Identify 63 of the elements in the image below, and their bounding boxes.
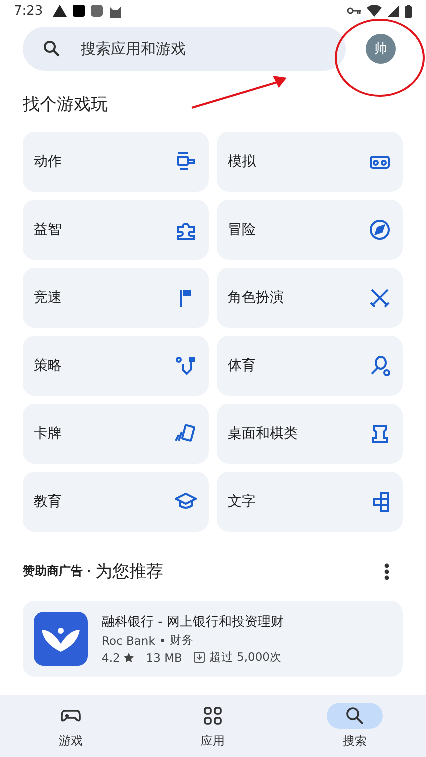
separator-dot: ·: [87, 564, 92, 580]
nav-tab[interactable]: 搜索: [305, 695, 405, 757]
notification-icon: [91, 5, 104, 17]
category-card[interactable]: 桌面和棋类: [217, 404, 403, 464]
category-card[interactable]: 益智: [23, 200, 209, 260]
category-label: 冒险: [228, 221, 256, 239]
category-label: 策略: [34, 357, 62, 375]
category-label: 体育: [228, 357, 256, 375]
warning-icon: [53, 5, 68, 17]
swords-icon: [369, 287, 391, 309]
nav-tab[interactable]: 应用: [163, 695, 263, 757]
search-bar[interactable]: 搜索应用和游戏: [23, 27, 346, 71]
category-card[interactable]: 冒险: [217, 200, 403, 260]
download-icon: [194, 652, 206, 663]
notification-icon: [73, 5, 86, 17]
nav-tab[interactable]: 游戏: [21, 695, 121, 757]
app-name: 融科银行 - 网上银行和投资理财: [102, 614, 284, 631]
download-count: 超过 5,000次: [209, 650, 282, 665]
category-card[interactable]: 卡牌: [23, 404, 209, 464]
cat-icon: [109, 4, 122, 18]
compass-icon: [369, 219, 391, 241]
sponsor-label: 赞助商广告: [23, 563, 83, 580]
category-label: 动作: [34, 153, 62, 171]
category-card[interactable]: 模拟: [217, 132, 403, 192]
category-card[interactable]: 策略: [23, 336, 209, 396]
wifi-icon: [367, 5, 382, 17]
category-card[interactable]: 教育: [23, 472, 209, 532]
app-card[interactable]: 融科银行 - 网上银行和投资理财 Roc Bank • 财务 4.2 13 MB 超过 5,000次: [23, 601, 403, 677]
category-label: 教育: [34, 493, 62, 511]
category-label: 竞速: [34, 289, 62, 307]
more-options-icon[interactable]: [384, 562, 390, 580]
battery-icon: [405, 4, 412, 18]
app-icon: [34, 612, 88, 666]
star-icon: [124, 652, 134, 662]
app-category: 财务: [170, 633, 194, 648]
racket-icon: [369, 355, 391, 377]
signal-icon: [388, 6, 399, 16]
apps-grid-icon: [203, 706, 223, 726]
app-rating: 4.2: [102, 650, 120, 664]
category-card[interactable]: 文字: [217, 472, 403, 532]
search-icon: [345, 706, 365, 726]
chess-rook-icon: [369, 423, 391, 445]
section-heading: 找个游戏玩: [23, 94, 109, 116]
category-card[interactable]: 竞速: [23, 268, 209, 328]
app-size: 13 MB: [146, 650, 182, 664]
account-avatar[interactable]: 帅: [366, 34, 396, 64]
developer-name: Roc Bank: [102, 634, 156, 648]
category-label: 卡牌: [34, 425, 62, 443]
status-time: 7:23: [14, 4, 44, 18]
category-card[interactable]: 动作: [23, 132, 209, 192]
category-card[interactable]: 角色扮演: [217, 268, 403, 328]
search-icon: [43, 40, 61, 58]
section-heading: 为您推荐: [95, 561, 164, 583]
category-label: 模拟: [228, 153, 256, 171]
key-icon: [347, 7, 361, 15]
category-label: 益智: [34, 221, 62, 239]
cards-icon: [175, 423, 197, 445]
category-label: 桌面和棋类: [228, 425, 298, 443]
search-field[interactable]: 搜索应用和游戏: [79, 39, 326, 59]
separator-dot: •: [159, 634, 166, 648]
category-label: 角色扮演: [228, 289, 284, 307]
category-card[interactable]: 体育: [217, 336, 403, 396]
category-label: 文字: [228, 493, 256, 511]
